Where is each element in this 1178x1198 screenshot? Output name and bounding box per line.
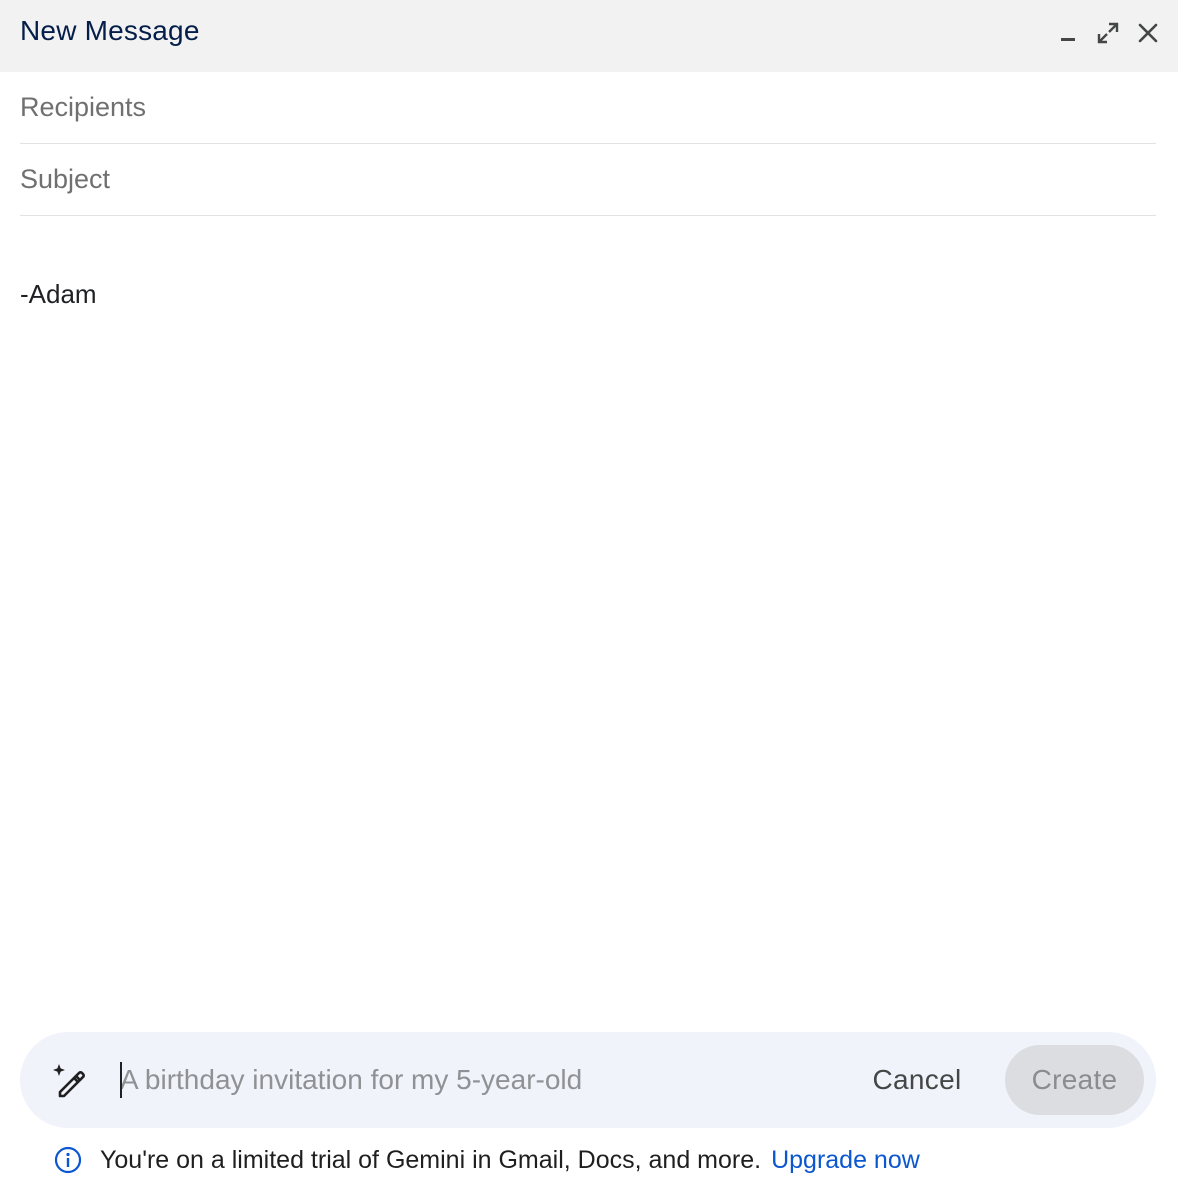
message-body-signature[interactable]: -Adam (20, 278, 97, 310)
compose-title: New Message (20, 15, 200, 46)
recipients-row (20, 72, 1156, 144)
info-icon (54, 1146, 82, 1174)
help-me-write-prompt-input[interactable] (120, 1060, 820, 1100)
full-screen-button[interactable] (1088, 16, 1128, 50)
magic-pen-icon (53, 1064, 85, 1098)
upgrade-now-link[interactable]: Upgrade now (771, 1146, 920, 1175)
close-icon (1138, 23, 1158, 43)
gemini-trial-notice: You're on a limited trial of Gemini in G… (54, 1142, 920, 1178)
help-me-write-bar: Cancel Create (20, 1032, 1156, 1128)
expand-icon (1097, 22, 1119, 44)
compose-window: New Message -Adam (0, 0, 1178, 1198)
minimize-button[interactable] (1048, 16, 1088, 50)
create-button[interactable]: Create (1005, 1045, 1144, 1115)
cancel-button[interactable]: Cancel (852, 1056, 982, 1104)
close-button[interactable] (1128, 16, 1168, 50)
minimize-icon (1061, 38, 1075, 41)
subject-input[interactable] (20, 144, 1156, 215)
compose-titlebar[interactable]: New Message (0, 0, 1178, 72)
subject-row (20, 144, 1156, 216)
trial-notice-text: You're on a limited trial of Gemini in G… (100, 1145, 762, 1174)
text-caret (120, 1062, 122, 1098)
recipients-input[interactable] (20, 72, 1156, 143)
